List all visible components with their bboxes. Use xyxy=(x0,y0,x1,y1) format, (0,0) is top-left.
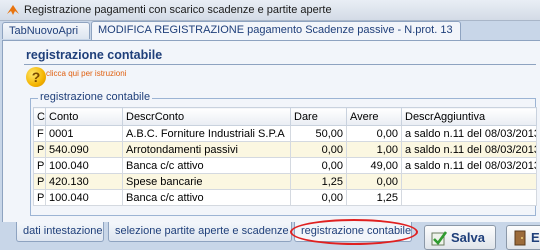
cell-descrconto[interactable]: Arrotondamenti passivi xyxy=(122,141,291,158)
cell-descraggiuntiva[interactable] xyxy=(401,189,537,206)
tab-selezione-partite[interactable]: selezione partite aperte e scadenze xyxy=(108,222,292,242)
cell-avere[interactable]: 0,00 xyxy=(346,125,402,142)
table-row[interactable]: P 100.040 Banca c/c attivo 0,00 49,00 a … xyxy=(33,157,537,174)
col-header-avere[interactable]: Avere xyxy=(346,107,402,126)
cell-conto[interactable]: 420.130 xyxy=(45,173,123,190)
col-header-descraggiuntiva[interactable]: DescrAggiuntiva xyxy=(401,107,537,126)
orange-bird-icon xyxy=(7,5,19,15)
table-row[interactable]: F 0001 A.B.C. Forniture Industriali S.P.… xyxy=(33,125,537,142)
cell-conto[interactable]: 100.040 xyxy=(45,189,123,206)
window-title: Registrazione pagamenti con scarico scad… xyxy=(24,4,332,16)
cell-descrconto[interactable]: Banca c/c attivo xyxy=(122,157,291,174)
save-button[interactable]: Salva xyxy=(424,225,496,250)
save-checkmark-icon xyxy=(431,231,447,246)
table-header-row: C Conto DescrConto Dare Avere DescrAggiu… xyxy=(33,107,537,126)
cell-conto[interactable]: 540.090 xyxy=(45,141,123,158)
section-divider xyxy=(24,64,536,65)
cell-descrconto[interactable]: A.B.C. Forniture Industriali S.P.A xyxy=(122,125,291,142)
registrazione-table[interactable]: C Conto DescrConto Dare Avere DescrAggiu… xyxy=(33,107,537,206)
tab-nuovo-apri[interactable]: TabNuovoApri xyxy=(2,22,90,39)
cell-descraggiuntiva[interactable]: a saldo n.11 del 08/03/2013 xyxy=(401,141,537,158)
cell-descraggiuntiva[interactable]: a saldo n.11 del 08/03/2013 xyxy=(401,125,537,142)
section-title: registrazione contabile xyxy=(26,48,163,62)
col-header-c[interactable]: C xyxy=(33,107,46,126)
exit-button[interactable]: E xyxy=(506,225,540,250)
top-tab-row: TabNuovoApri MODIFICA REGISTRAZIONE paga… xyxy=(0,21,540,41)
cell-dare[interactable]: 1,25 xyxy=(290,173,347,190)
cell-descraggiuntiva[interactable]: a saldo n.11 del 08/03/2013 xyxy=(401,157,537,174)
cell-c[interactable]: P xyxy=(33,157,46,174)
title-bar: Registrazione pagamenti con scarico scad… xyxy=(0,0,540,21)
help-link[interactable]: clicca qui per istruzioni xyxy=(46,69,126,78)
table-row[interactable]: P 420.130 Spese bancarie 1,25 0,00 xyxy=(33,173,537,190)
cell-avere[interactable]: 0,00 xyxy=(346,173,402,190)
cell-c[interactable]: P xyxy=(33,173,46,190)
cell-dare[interactable]: 0,00 xyxy=(290,157,347,174)
cell-descrconto[interactable]: Banca c/c attivo xyxy=(122,189,291,206)
question-icon[interactable]: ? xyxy=(26,67,46,87)
col-header-descrconto[interactable]: DescrConto xyxy=(122,107,291,126)
cell-c[interactable]: F xyxy=(33,125,46,142)
exit-door-icon xyxy=(514,230,526,246)
table-row[interactable]: P 100.040 Banca c/c attivo 0,00 1,25 xyxy=(33,189,537,206)
cell-conto[interactable]: 0001 xyxy=(45,125,123,142)
cell-dare[interactable]: 0,00 xyxy=(290,141,347,158)
highlight-circle xyxy=(290,219,418,245)
tab-modifica-registrazione[interactable]: MODIFICA REGISTRAZIONE pagamento Scadenz… xyxy=(91,21,461,40)
save-button-label: Salva xyxy=(451,230,485,245)
cell-avere[interactable]: 1,00 xyxy=(346,141,402,158)
col-header-conto[interactable]: Conto xyxy=(45,107,123,126)
cell-dare[interactable]: 0,00 xyxy=(290,189,347,206)
exit-button-label: E xyxy=(531,230,540,245)
cell-conto[interactable]: 100.040 xyxy=(45,157,123,174)
cell-c[interactable]: P xyxy=(33,141,46,158)
cell-c[interactable]: P xyxy=(33,189,46,206)
cell-descrconto[interactable]: Spese bancarie xyxy=(122,173,291,190)
cell-dare[interactable]: 50,00 xyxy=(290,125,347,142)
cell-avere[interactable]: 49,00 xyxy=(346,157,402,174)
cell-avere[interactable]: 1,25 xyxy=(346,189,402,206)
table-row[interactable]: P 540.090 Arrotondamenti passivi 0,00 1,… xyxy=(33,141,537,158)
group-label: registrazione contabile xyxy=(38,91,153,103)
col-header-dare[interactable]: Dare xyxy=(290,107,347,126)
tab-dati-intestazione[interactable]: dati intestazione xyxy=(16,222,104,242)
cell-descraggiuntiva[interactable] xyxy=(401,173,537,190)
